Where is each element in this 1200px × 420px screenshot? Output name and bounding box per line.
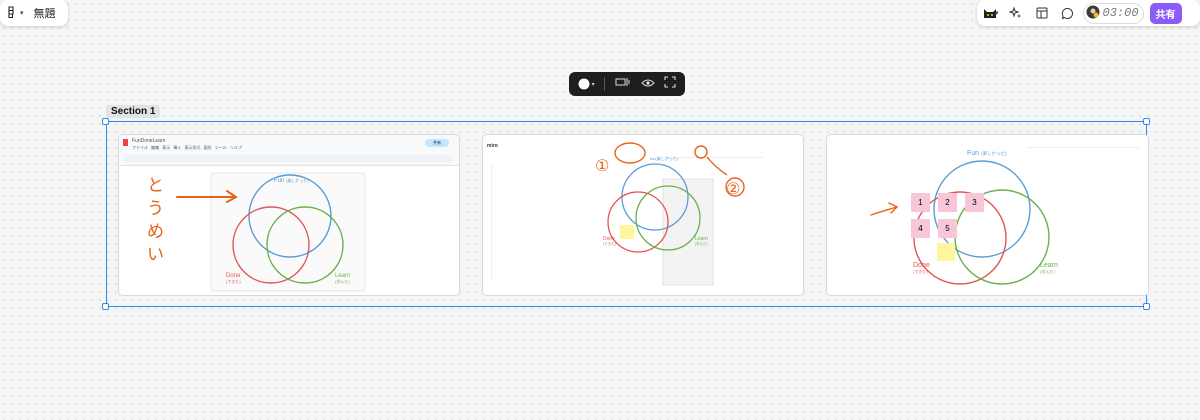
- venn-learn-sub: (学んだ): [695, 241, 708, 246]
- screenshot-card-miro[interactable]: miro fun(楽しかった) Done (できた) Learn (学んだ) ①…: [482, 134, 804, 296]
- chevron-down-icon[interactable]: ▾: [995, 9, 999, 17]
- sticky-note[interactable]: 1: [911, 193, 930, 212]
- venn-done-label: Done: [913, 262, 930, 269]
- selection-toolbar: ▾: [569, 72, 685, 96]
- timer[interactable]: 03:00: [1082, 2, 1144, 24]
- sticky-note[interactable]: 3: [965, 193, 984, 212]
- timer-value: 03:00: [1102, 6, 1139, 20]
- screenshot-card-google-drawing[interactable]: FunDoneLearn ファイル 編集 表示 挿入 表示形式 図形 ツール ヘ…: [118, 134, 460, 296]
- venn-done-sub: (できた): [226, 278, 241, 284]
- layout-icon[interactable]: [1029, 0, 1055, 26]
- handwriting-arrow: [870, 202, 899, 216]
- venn-learn-label: Learn: [1040, 262, 1058, 269]
- section-label[interactable]: Section 1: [106, 105, 161, 118]
- svg-text:Fun (楽しかった): Fun (楽しかった): [967, 150, 1007, 157]
- venn-fun-label: Fun: [967, 150, 979, 157]
- venn-fun-sub: fun(楽しかった): [650, 155, 679, 161]
- venn-fun-sub: (楽しかった): [981, 150, 1007, 157]
- chevron-down-icon[interactable]: ▾: [20, 9, 24, 17]
- fullscreen-icon[interactable]: [664, 75, 676, 93]
- toolbar-divider: [603, 77, 605, 91]
- resize-handle-bl[interactable]: [102, 303, 109, 310]
- card3-drawing: Fun (楽しかった) Done (できた) Learn (学んだ): [870, 150, 1058, 285]
- resize-handle-tr[interactable]: [1143, 118, 1150, 125]
- venn-fun-sub: (楽しかった): [286, 177, 309, 183]
- venn-learn-sub: (学んだ): [335, 278, 350, 284]
- screenshot-card-board[interactable]: Fun (楽しかった) Done (できた) Learn (学んだ) 1 2 3…: [826, 134, 1149, 296]
- resize-handle-tl[interactable]: [102, 118, 109, 125]
- svg-text:Fun (楽しかった): Fun (楽しかった): [274, 177, 309, 184]
- venn-done-sub: (できた): [603, 241, 616, 246]
- comment-icon[interactable]: [1055, 0, 1081, 26]
- resize-frame-icon[interactable]: [614, 75, 632, 93]
- card2-drawing: fun(楽しかった) Done (できた) Learn (学んだ) ① ②: [595, 142, 745, 286]
- card1-drawing: Fun (楽しかった) Done (できた) Learn (学んだ): [176, 172, 366, 292]
- venn-fun-label: Fun: [274, 178, 284, 184]
- venn-done-sub: (できた): [913, 268, 928, 274]
- handwriting-text: とうめい: [147, 176, 164, 265]
- annotation-1: ①: [595, 156, 609, 175]
- annotation-2: ②: [726, 179, 740, 198]
- resize-handle-br[interactable]: [1143, 303, 1150, 310]
- chevron-down-icon[interactable]: ▾: [592, 81, 595, 88]
- top-left-panel: ▾ 無題: [0, 0, 68, 26]
- sticky-note[interactable]: 4: [911, 219, 930, 238]
- top-right-panel: ▾ 03:00 共有: [977, 0, 1200, 26]
- share-button[interactable]: 共有: [1149, 2, 1182, 24]
- ai-sparkle-icon[interactable]: [1003, 0, 1029, 26]
- user-avatar-icon[interactable]: [1086, 5, 1100, 22]
- eye-icon[interactable]: [641, 75, 655, 93]
- sticky-note[interactable]: 2: [938, 193, 957, 212]
- cat-avatar-icon[interactable]: [977, 0, 1003, 26]
- sticky-note[interactable]: 5: [938, 219, 957, 238]
- figma-logo-icon[interactable]: [6, 5, 16, 21]
- venn-learn-sub: (学んだ): [1040, 268, 1055, 274]
- file-title[interactable]: 無題: [34, 5, 56, 21]
- color-circle-icon[interactable]: ▾: [578, 78, 595, 90]
